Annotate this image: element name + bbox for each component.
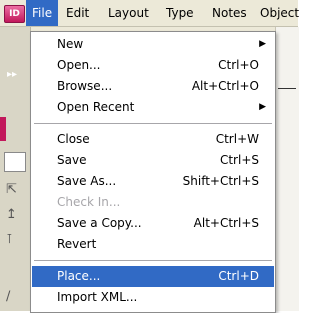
- menu-file[interactable]: File: [26, 0, 59, 26]
- menu-item-shortcut: Ctrl+W: [215, 132, 259, 146]
- menu-item-close[interactable]: Close Ctrl+W: [32, 129, 274, 150]
- menu-item-label: Close: [57, 132, 90, 146]
- menu-bar: ID File Edit Layout Type Notes Object: [0, 0, 299, 27]
- menu-separator: [34, 123, 272, 125]
- menu-item-label: Revert: [57, 237, 97, 251]
- menu-item-save-as[interactable]: Save As... Shift+Ctrl+S: [32, 171, 274, 192]
- menu-item-shortcut: Ctrl+S: [219, 153, 259, 167]
- menu-item-open-recent[interactable]: Open Recent ▶: [32, 97, 274, 118]
- menu-item-shortcut: Shift+Ctrl+S: [182, 174, 259, 188]
- menu-item-revert[interactable]: Revert: [32, 234, 274, 255]
- selection-tool-button[interactable]: [4, 152, 26, 172]
- menu-item-shortcut: Alt+Ctrl+O: [191, 79, 259, 93]
- menu-item-new[interactable]: New ▶: [32, 34, 274, 55]
- menu-item-label: Save As...: [57, 174, 117, 188]
- menu-notes[interactable]: Notes: [206, 0, 253, 26]
- menu-item-shortcut: Ctrl+O: [218, 58, 259, 72]
- menu-item-label: Save a Copy...: [57, 216, 142, 230]
- menu-item-place[interactable]: Place... Ctrl+D: [32, 266, 274, 287]
- tools-panel-header: [0, 117, 6, 141]
- menu-item-label: Save: [57, 153, 87, 167]
- file-menu-dropdown: New ▶ Open... Ctrl+O Browse... Alt+Ctrl+…: [30, 31, 276, 313]
- pencil-tool-icon[interactable]: ∕: [6, 289, 10, 304]
- menu-edit[interactable]: Edit: [60, 0, 95, 26]
- menu-item-label: Place...: [57, 269, 101, 283]
- ruler: [278, 72, 296, 89]
- menu-item-browse[interactable]: Browse... Alt+Ctrl+O: [32, 76, 274, 97]
- menu-separator: [34, 260, 272, 262]
- submenu-arrow-icon: ▶: [259, 39, 266, 49]
- submenu-arrow-icon: ▶: [259, 102, 266, 112]
- tools-panel: ▸▸ ⇱ ↥ ⊺ ∕: [0, 27, 31, 311]
- menu-item-shortcut: Ctrl+D: [218, 269, 259, 283]
- menu-item-label: Check In...: [57, 195, 121, 209]
- menu-item-shortcut: Alt+Ctrl+S: [193, 216, 259, 230]
- menu-item-save[interactable]: Save Ctrl+S: [32, 150, 274, 171]
- menu-item-label: Open Recent: [57, 100, 135, 114]
- app-icon-text: ID: [9, 9, 20, 19]
- menu-type[interactable]: Type: [160, 0, 200, 26]
- menu-item-save-a-copy[interactable]: Save a Copy... Alt+Ctrl+S: [32, 213, 274, 234]
- menu-item-import-xml[interactable]: Import XML...: [32, 287, 274, 308]
- menu-item-check-in: Check In...: [32, 192, 274, 213]
- type-tool-icon[interactable]: ⊺: [6, 232, 13, 247]
- menu-layout[interactable]: Layout: [102, 0, 155, 26]
- menu-object[interactable]: Object: [254, 0, 305, 26]
- menu-item-label: Open...: [57, 58, 101, 72]
- menu-item-label: New: [57, 37, 84, 51]
- menu-item-label: Browse...: [57, 79, 113, 93]
- app-icon[interactable]: ID: [4, 5, 25, 23]
- pen-tool-icon[interactable]: ↥: [6, 207, 17, 222]
- direct-select-tool-icon[interactable]: ⇱: [6, 182, 17, 197]
- menu-item-label: Import XML...: [57, 290, 138, 304]
- panel-expand-icon[interactable]: ▸▸: [7, 69, 17, 80]
- right-panel: [275, 27, 299, 311]
- menu-item-open[interactable]: Open... Ctrl+O: [32, 55, 274, 76]
